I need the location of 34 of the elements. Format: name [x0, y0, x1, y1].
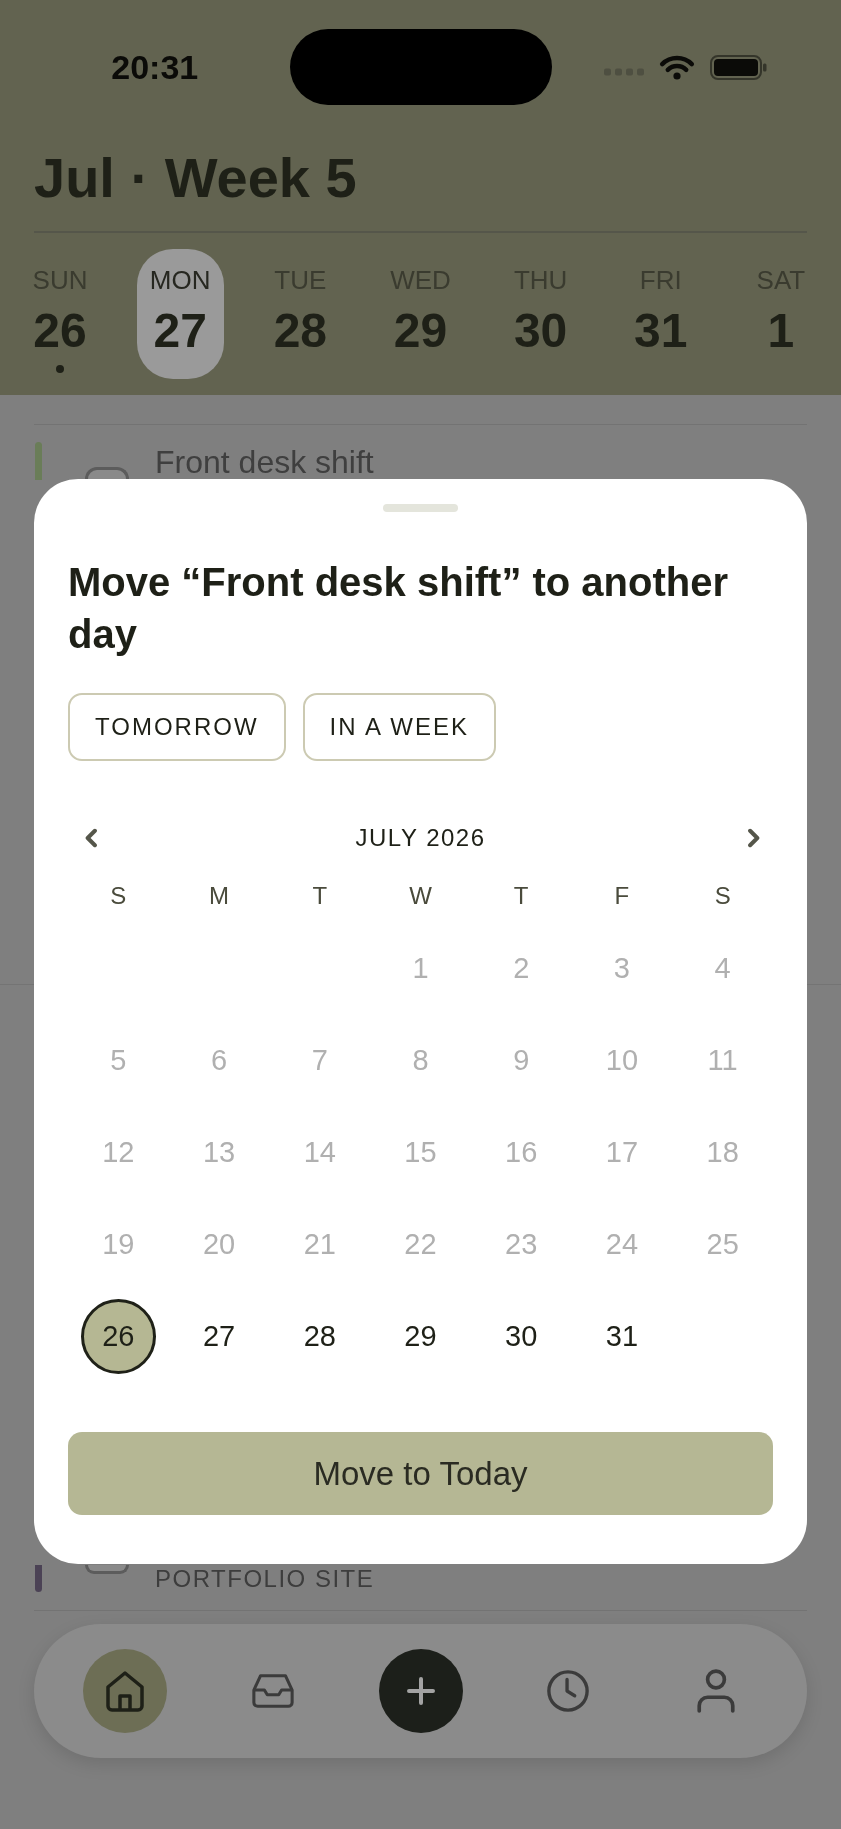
task-title: Front desk shift	[155, 446, 374, 478]
quick-date-button[interactable]: IN A WEEK	[302, 693, 496, 761]
weekday-label: F	[613, 881, 631, 911]
status-time: 20:31	[110, 47, 199, 87]
previous-month-button[interactable]	[84, 828, 98, 848]
next-month-button[interactable]	[747, 828, 761, 848]
calendar-day[interactable]: 28	[282, 1298, 358, 1374]
calendar-day[interactable]: 30	[483, 1298, 559, 1374]
weekday-label: S	[713, 881, 732, 911]
weekday-label: W	[408, 881, 433, 911]
sheet-title: Move “Front desk shift” to another day	[68, 559, 730, 658]
task-project-label: PORTFOLIO SITE	[155, 1566, 375, 1591]
weekday-label: M	[208, 881, 231, 911]
weekday-label: T	[512, 881, 530, 911]
plus-icon	[406, 1677, 435, 1705]
week-day-tab[interactable]: MON 27	[136, 249, 224, 379]
calendar-day[interactable]: 29	[383, 1298, 458, 1374]
clock-icon	[546, 1669, 591, 1713]
weekday-label: S	[109, 881, 128, 911]
drag-handle[interactable]	[383, 504, 458, 512]
battery-icon	[709, 54, 767, 80]
month-title: JULY 2026	[355, 823, 486, 853]
quick-date-button[interactable]: TOMORROW	[68, 693, 286, 761]
chevron-left-icon	[84, 828, 98, 848]
calendar-day[interactable]: 31	[584, 1298, 660, 1374]
calendar-day[interactable]: 27	[181, 1298, 257, 1374]
move-to-today-button[interactable]: Move to Today	[68, 1432, 773, 1515]
person-icon	[694, 1669, 738, 1713]
home-icon	[103, 1669, 147, 1713]
calendar-day[interactable]: 26	[80, 1298, 156, 1374]
week-title: Jul · Week 5	[34, 145, 358, 211]
weekday-label: T	[311, 881, 329, 911]
chevron-right-icon	[747, 828, 761, 848]
wifi-icon	[658, 54, 695, 80]
